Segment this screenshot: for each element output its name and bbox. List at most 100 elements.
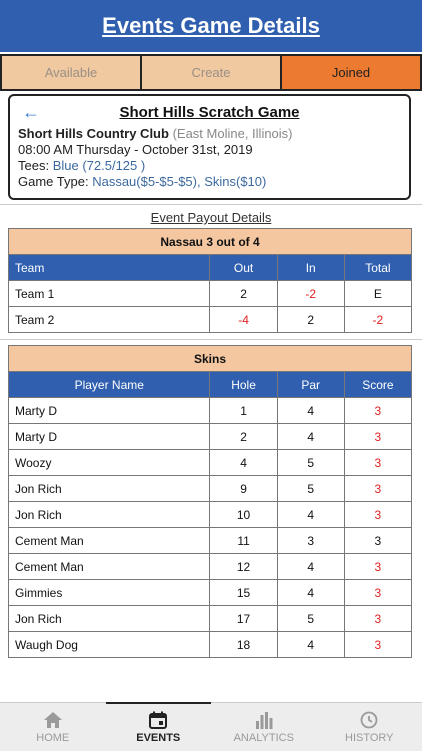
segment-tabs: Available Create Joined (0, 54, 422, 91)
par-value: 3 (277, 528, 344, 554)
payout-title: Event Payout Details (0, 210, 422, 225)
column-header: In (277, 255, 344, 281)
club-line: Short Hills Country Club (East Moline, I… (18, 126, 401, 142)
tab-create[interactable]: Create (140, 54, 282, 91)
table-row: Waugh Dog 18 4 3 (9, 632, 412, 658)
player-name: Jon Rich (9, 502, 210, 528)
table-row: Woozy 4 5 3 (9, 450, 412, 476)
score-value: 3 (344, 554, 411, 580)
column-header: Score (344, 372, 411, 398)
score-value: 3 (344, 476, 411, 502)
tees-label: Tees: (18, 158, 49, 173)
hole-value: 4 (210, 450, 277, 476)
score-value: 3 (344, 424, 411, 450)
par-value: 4 (277, 632, 344, 658)
table-row: Cement Man 12 4 3 (9, 554, 412, 580)
nassau-header-row: Team Out In Total (9, 255, 412, 281)
table-row: Marty D 1 4 3 (9, 398, 412, 424)
total-value: -2 (344, 307, 411, 333)
hole-value: 12 (210, 554, 277, 580)
tab-joined[interactable]: Joined (280, 54, 422, 91)
nav-events[interactable]: EVENTS (106, 702, 212, 751)
tees-value: Blue (72.5/125 ) (53, 158, 146, 173)
game-type-line: Game Type: Nassau($5-$5-$5), Skins($10) (18, 174, 401, 190)
tab-available[interactable]: Available (0, 54, 142, 91)
club-location: (East Moline, Illinois) (173, 126, 293, 141)
bar-chart-icon (254, 711, 274, 729)
player-name: Waugh Dog (9, 632, 210, 658)
score-value: 3 (344, 450, 411, 476)
score-value: 3 (344, 398, 411, 424)
column-header: Total (344, 255, 411, 281)
column-header: Par (277, 372, 344, 398)
column-header: Hole (210, 372, 277, 398)
table-row: Team 2 -4 2 -2 (9, 307, 412, 333)
table-row: Team 1 2 -2 E (9, 281, 412, 307)
par-value: 4 (277, 398, 344, 424)
table-row: Marty D 2 4 3 (9, 424, 412, 450)
divider (0, 204, 422, 205)
score-value: 3 (344, 528, 411, 554)
nav-analytics[interactable]: ANALYTICS (211, 703, 317, 751)
par-value: 5 (277, 450, 344, 476)
hole-value: 1 (210, 398, 277, 424)
hole-value: 10 (210, 502, 277, 528)
divider (0, 339, 422, 340)
team-name: Team 2 (9, 307, 210, 333)
nassau-caption: Nassau 3 out of 4 (9, 229, 412, 255)
par-value: 4 (277, 580, 344, 606)
calendar-icon (148, 711, 168, 729)
score-value: 3 (344, 502, 411, 528)
club-name: Short Hills Country Club (18, 126, 169, 141)
history-icon (359, 711, 379, 729)
hole-value: 18 (210, 632, 277, 658)
par-value: 4 (277, 502, 344, 528)
hole-value: 9 (210, 476, 277, 502)
hole-value: 11 (210, 528, 277, 554)
home-icon (43, 711, 63, 729)
hole-value: 17 (210, 606, 277, 632)
hole-value: 2 (210, 424, 277, 450)
par-value: 5 (277, 476, 344, 502)
nav-analytics-label: ANALYTICS (234, 732, 294, 744)
nav-home[interactable]: HOME (0, 703, 106, 751)
in-value: -2 (277, 281, 344, 307)
score-value: 3 (344, 606, 411, 632)
player-name: Marty D (9, 398, 210, 424)
nav-events-label: EVENTS (136, 732, 180, 744)
player-name: Jon Rich (9, 476, 210, 502)
tees-line: Tees: Blue (72.5/125 ) (18, 158, 401, 174)
table-row: Cement Man 11 3 3 (9, 528, 412, 554)
column-header: Out (210, 255, 277, 281)
table-row: Jon Rich 17 5 3 (9, 606, 412, 632)
player-name: Gimmies (9, 580, 210, 606)
game-type-label: Game Type: (18, 174, 89, 189)
skins-header-row: Player Name Hole Par Score (9, 372, 412, 398)
nav-home-label: HOME (36, 732, 69, 744)
hole-value: 15 (210, 580, 277, 606)
nav-history[interactable]: HISTORY (317, 703, 422, 751)
team-name: Team 1 (9, 281, 210, 307)
nassau-table: Nassau 3 out of 4 Team Out In Total Team… (8, 228, 412, 333)
column-header: Team (9, 255, 210, 281)
page-title: Events Game Details (102, 13, 320, 39)
game-title: Short Hills Scratch Game (18, 102, 401, 121)
game-datetime: 08:00 AM Thursday - October 31st, 2019 (18, 142, 401, 158)
par-value: 4 (277, 554, 344, 580)
bottom-navigation: HOME EVENTS ANALYTICS HISTORY (0, 702, 422, 751)
par-value: 4 (277, 424, 344, 450)
skins-table: Skins Player Name Hole Par Score Marty D… (8, 345, 412, 658)
player-name: Cement Man (9, 554, 210, 580)
app-header: Events Game Details (0, 0, 422, 52)
par-value: 5 (277, 606, 344, 632)
player-name: Marty D (9, 424, 210, 450)
skins-caption: Skins (9, 346, 412, 372)
back-arrow-icon[interactable]: ← (22, 102, 40, 123)
player-name: Cement Man (9, 528, 210, 554)
table-row: Gimmies 15 4 3 (9, 580, 412, 606)
total-value: E (344, 281, 411, 307)
player-name: Jon Rich (9, 606, 210, 632)
column-header: Player Name (9, 372, 210, 398)
player-name: Woozy (9, 450, 210, 476)
score-value: 3 (344, 632, 411, 658)
